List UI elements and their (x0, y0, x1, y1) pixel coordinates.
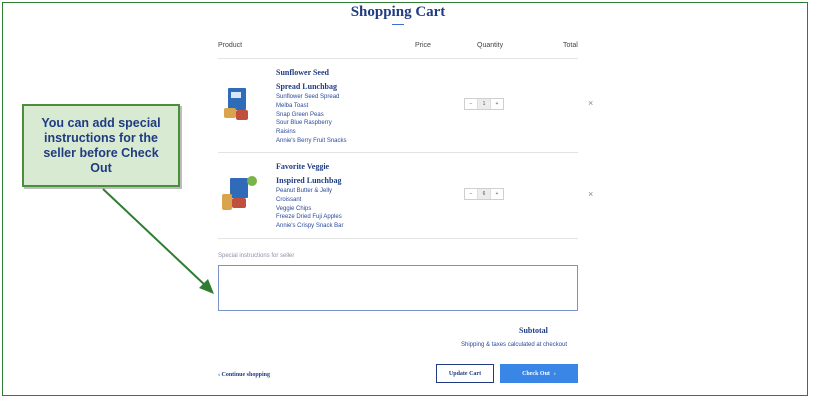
annotation-arrow (102, 188, 214, 294)
